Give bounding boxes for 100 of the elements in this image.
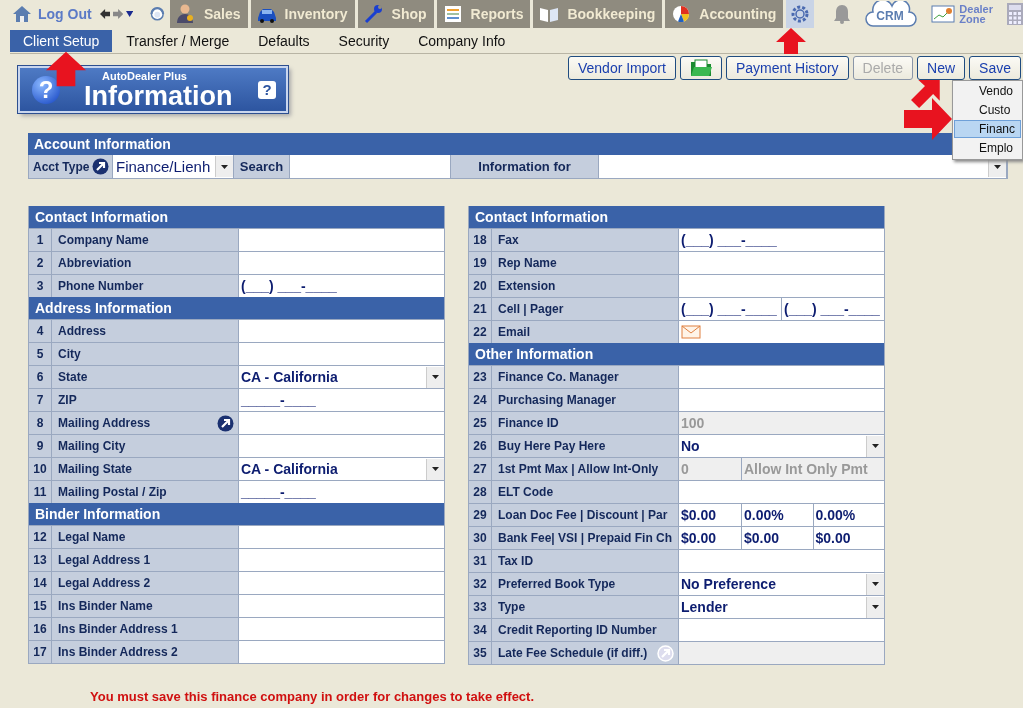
section-header: Other Information [469,343,884,365]
row-number: 10 [29,458,52,480]
field-label: Loan Doc Fee | Discount | Par [498,508,668,522]
row-number: 16 [29,618,52,640]
section-header: Binder Information [29,503,444,525]
row-number: 5 [29,343,52,365]
toolbar-button[interactable]: New [917,56,966,80]
field-label: Mailing State [58,462,132,476]
input-field[interactable]: 0.00% [812,504,884,526]
input-field: 100 [679,412,884,434]
field-label: Legal Address 1 [58,553,151,567]
field-label: Extension [498,279,556,293]
section-header: Address Information [29,297,444,319]
dropdown-field[interactable]: No [679,435,884,457]
menu-item[interactable]: Financ [954,120,1021,138]
input-field[interactable]: $0.00 [812,527,884,549]
field-label: Ins Binder Name [58,599,153,613]
row-number: 2 [29,252,52,274]
input-field: Allow Int Only Pmt [741,458,884,480]
field-label: Type [498,600,526,614]
sub-tab[interactable]: Company Info [404,30,521,52]
input-field[interactable]: (___) ___-____ [781,298,884,320]
input-field[interactable]: (___) ___-____ [679,298,781,320]
sub-tab[interactable]: Client Setup [10,30,113,52]
field-label: Mailing City [58,439,126,453]
field-label: ELT Code [498,485,554,499]
field-label: Preferred Book Type [498,577,616,591]
input-field: 0 [679,458,741,480]
field-label: Fax [498,233,519,247]
row-number: 35 [469,642,492,664]
field-label: Abbreviation [58,256,132,270]
crm-button[interactable]: CRM [865,1,918,27]
field-label: Finance Co. Manager [498,370,619,384]
dropdown-field[interactable]: CA - California [239,366,444,388]
row-number: 24 [469,389,492,411]
row-number: 18 [469,229,492,251]
dropdown-field[interactable]: No Preference [679,573,884,595]
field-label: Address [58,324,107,338]
row-number: 32 [469,573,492,595]
sub-tab[interactable]: Transfer / Merge [112,30,245,52]
row-number: 1 [29,229,52,251]
input-field[interactable]: (___) ___-____ [239,275,444,297]
field-label: Cell | Pager [498,302,564,316]
row-number: 14 [29,572,52,594]
row-number: 29 [469,504,492,526]
field-label: Late Fee Schedule (if diff.) [498,646,648,660]
row-number: 23 [469,366,492,388]
toolbar-button[interactable]: Vendor Import [567,56,676,80]
field-label: Acct Type [29,155,113,178]
field-label: Credit Reporting ID Number [498,623,657,637]
page-title: Information [84,81,233,110]
row-number: 20 [469,275,492,297]
input-field[interactable]: 0.00% [741,504,813,526]
field-label: Search [234,155,290,178]
field-label: Bank Fee| VSI | Prepaid Fin Ch [498,531,673,545]
row-number: 31 [469,550,492,572]
input-field[interactable]: $0.00 [741,527,813,549]
warning-message: You must save this finance company in order for changes to take effect. [90,689,536,704]
row-number: 30 [469,527,492,549]
toolbar-button[interactable]: Save [969,56,1021,80]
row-number: 11 [29,481,52,503]
input-field[interactable]: $0.00 [679,504,741,526]
help-badge-icon: ? [32,75,60,104]
row-number: 4 [29,320,52,342]
field-label: City [58,347,81,361]
field-label: Mailing Address [58,416,151,430]
input-field[interactable]: _____-____ [239,481,444,503]
field-label: Ins Binder Address 2 [58,645,178,659]
brand-name: AutoDealer Plus [102,69,187,82]
toolbar-button[interactable]: Payment History [725,56,849,80]
input-field[interactable]: _____-____ [239,389,444,411]
help-button[interactable]: ? [258,80,276,99]
row-number: 12 [29,526,52,548]
sub-tab[interactable]: Security [324,30,405,52]
field-label: Tax ID [498,554,534,568]
menu-item[interactable]: Custo [954,101,1021,119]
field-label: Finance ID [498,416,559,430]
row-number: 19 [469,252,492,274]
row-number: 33 [469,596,492,618]
field-label: Mailing Postal / Zip [58,485,167,499]
input-field[interactable]: (___) ___-____ [679,229,884,251]
menu-item[interactable]: Vendo [954,82,1021,100]
sub-tab[interactable]: Defaults [244,30,325,52]
dropdown-field[interactable]: Lender [679,596,884,618]
row-number: 27 [469,458,492,480]
row-number: 13 [29,549,52,571]
field-label: State [58,370,88,384]
input-field[interactable]: $0.00 [679,527,741,549]
menu-item[interactable]: Emplo [954,139,1021,157]
field-label: Legal Name [58,530,126,544]
row-number: 15 [29,595,52,617]
field-label: Purchasing Manager [498,393,617,407]
field-label: Buy Here Pay Here [498,439,606,453]
row-number: 28 [469,481,492,503]
row-number: 21 [469,298,492,320]
row-number: 9 [29,435,52,457]
dropdown-field[interactable]: CA - California [239,458,444,480]
row-number: 7 [29,389,52,411]
field-label: Information for [451,155,599,178]
section-header: Contact Information [469,206,884,228]
